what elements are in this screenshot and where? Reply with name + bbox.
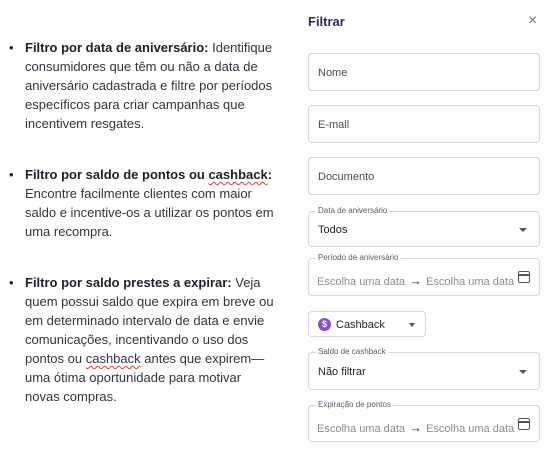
expiration-start-input[interactable]: Escolha uma data — [317, 423, 405, 435]
heading-part-spellcheck: cashback — [208, 167, 268, 182]
name-placeholder: Nome — [318, 67, 348, 79]
list-item: • Filtro por saldo prestes a expirar: Ve… — [9, 273, 274, 406]
email-field[interactable]: E-mail — [308, 105, 540, 143]
list-item-text: Filtro por saldo prestes a expirar: Veja… — [25, 273, 274, 406]
body-part-spellcheck: cashback — [85, 351, 141, 366]
period-end-input[interactable]: Escolha uma data — [426, 276, 514, 288]
expiration-end-input[interactable]: Escolha uma data — [426, 423, 514, 435]
cashback-label: Cashback — [336, 319, 385, 331]
arrow-right-icon: → — [409, 273, 423, 288]
calendar-icon[interactable] — [518, 271, 530, 283]
birthday-legend: Data de aniversário — [316, 206, 390, 215]
birthday-period-range[interactable]: Período de aniversário Escolha uma data →… — [308, 253, 540, 296]
list-item-body: Encontre facilmente clientes com maior s… — [25, 186, 274, 239]
list-item: • Filtro por saldo de pontos ou cashback… — [9, 165, 274, 241]
email-placeholder: E-mail — [318, 119, 350, 131]
calendar-icon[interactable] — [518, 418, 530, 430]
period-legend: Período de aniversário — [316, 253, 401, 262]
list-item-heading: Filtro por saldo de pontos ou cashback: — [25, 167, 272, 182]
birthday-value: Todos — [318, 224, 348, 236]
period-dates: Escolha uma data → Escolha uma data — [317, 273, 514, 288]
bullet-dot: • — [9, 275, 14, 290]
filter-panel: Filtrar × Nome E-mail Documento Data de … — [300, 0, 558, 457]
close-icon[interactable]: × — [528, 12, 544, 29]
chevron-down-icon — [409, 323, 415, 327]
heading-part: : — [267, 167, 273, 182]
chevron-down-icon — [519, 370, 527, 374]
list-item-heading: Filtro por saldo prestes a expirar: — [25, 275, 232, 290]
expiration-legend: Expiração de pontos — [316, 400, 393, 409]
birthday-select[interactable]: Data de aniversário Todos — [308, 206, 540, 247]
document-placeholder: Documento — [318, 171, 375, 183]
expiration-dates: Escolha uma data → Escolha uma data — [317, 420, 514, 435]
arrow-right-icon: → — [409, 420, 423, 435]
document-field[interactable]: Documento — [308, 157, 540, 195]
dollar-coin-icon: $ — [318, 318, 331, 331]
list-item: • Filtro por data de aniversário: Identi… — [9, 38, 274, 133]
balance-value: Não filtrar — [318, 366, 366, 378]
panel-title: Filtrar — [308, 14, 345, 29]
chevron-down-icon — [519, 228, 527, 232]
bullet-dot: • — [9, 167, 14, 182]
cashback-balance-select[interactable]: Saldo de cashback Não filtrar — [308, 347, 540, 390]
cashback-type-select[interactable]: $ Cashback — [308, 311, 426, 337]
period-start-input[interactable]: Escolha uma data — [317, 276, 405, 288]
list-item-text: Filtro por data de aniversário: Identifi… — [25, 38, 274, 133]
balance-legend: Saldo de cashback — [316, 347, 388, 356]
bullet-dot: • — [9, 40, 14, 55]
points-expiration-range[interactable]: Expiração de pontos Escolha uma data → Esc… — [308, 400, 540, 442]
name-field[interactable]: Nome — [308, 53, 540, 91]
list-item-text: Filtro por saldo de pontos ou cashback: … — [25, 165, 274, 241]
heading-part: Filtro por saldo de pontos ou — [25, 167, 209, 182]
list-item-heading: Filtro por data de aniversário: — [25, 40, 209, 55]
feature-list: • Filtro por data de aniversário: Identi… — [0, 0, 300, 457]
